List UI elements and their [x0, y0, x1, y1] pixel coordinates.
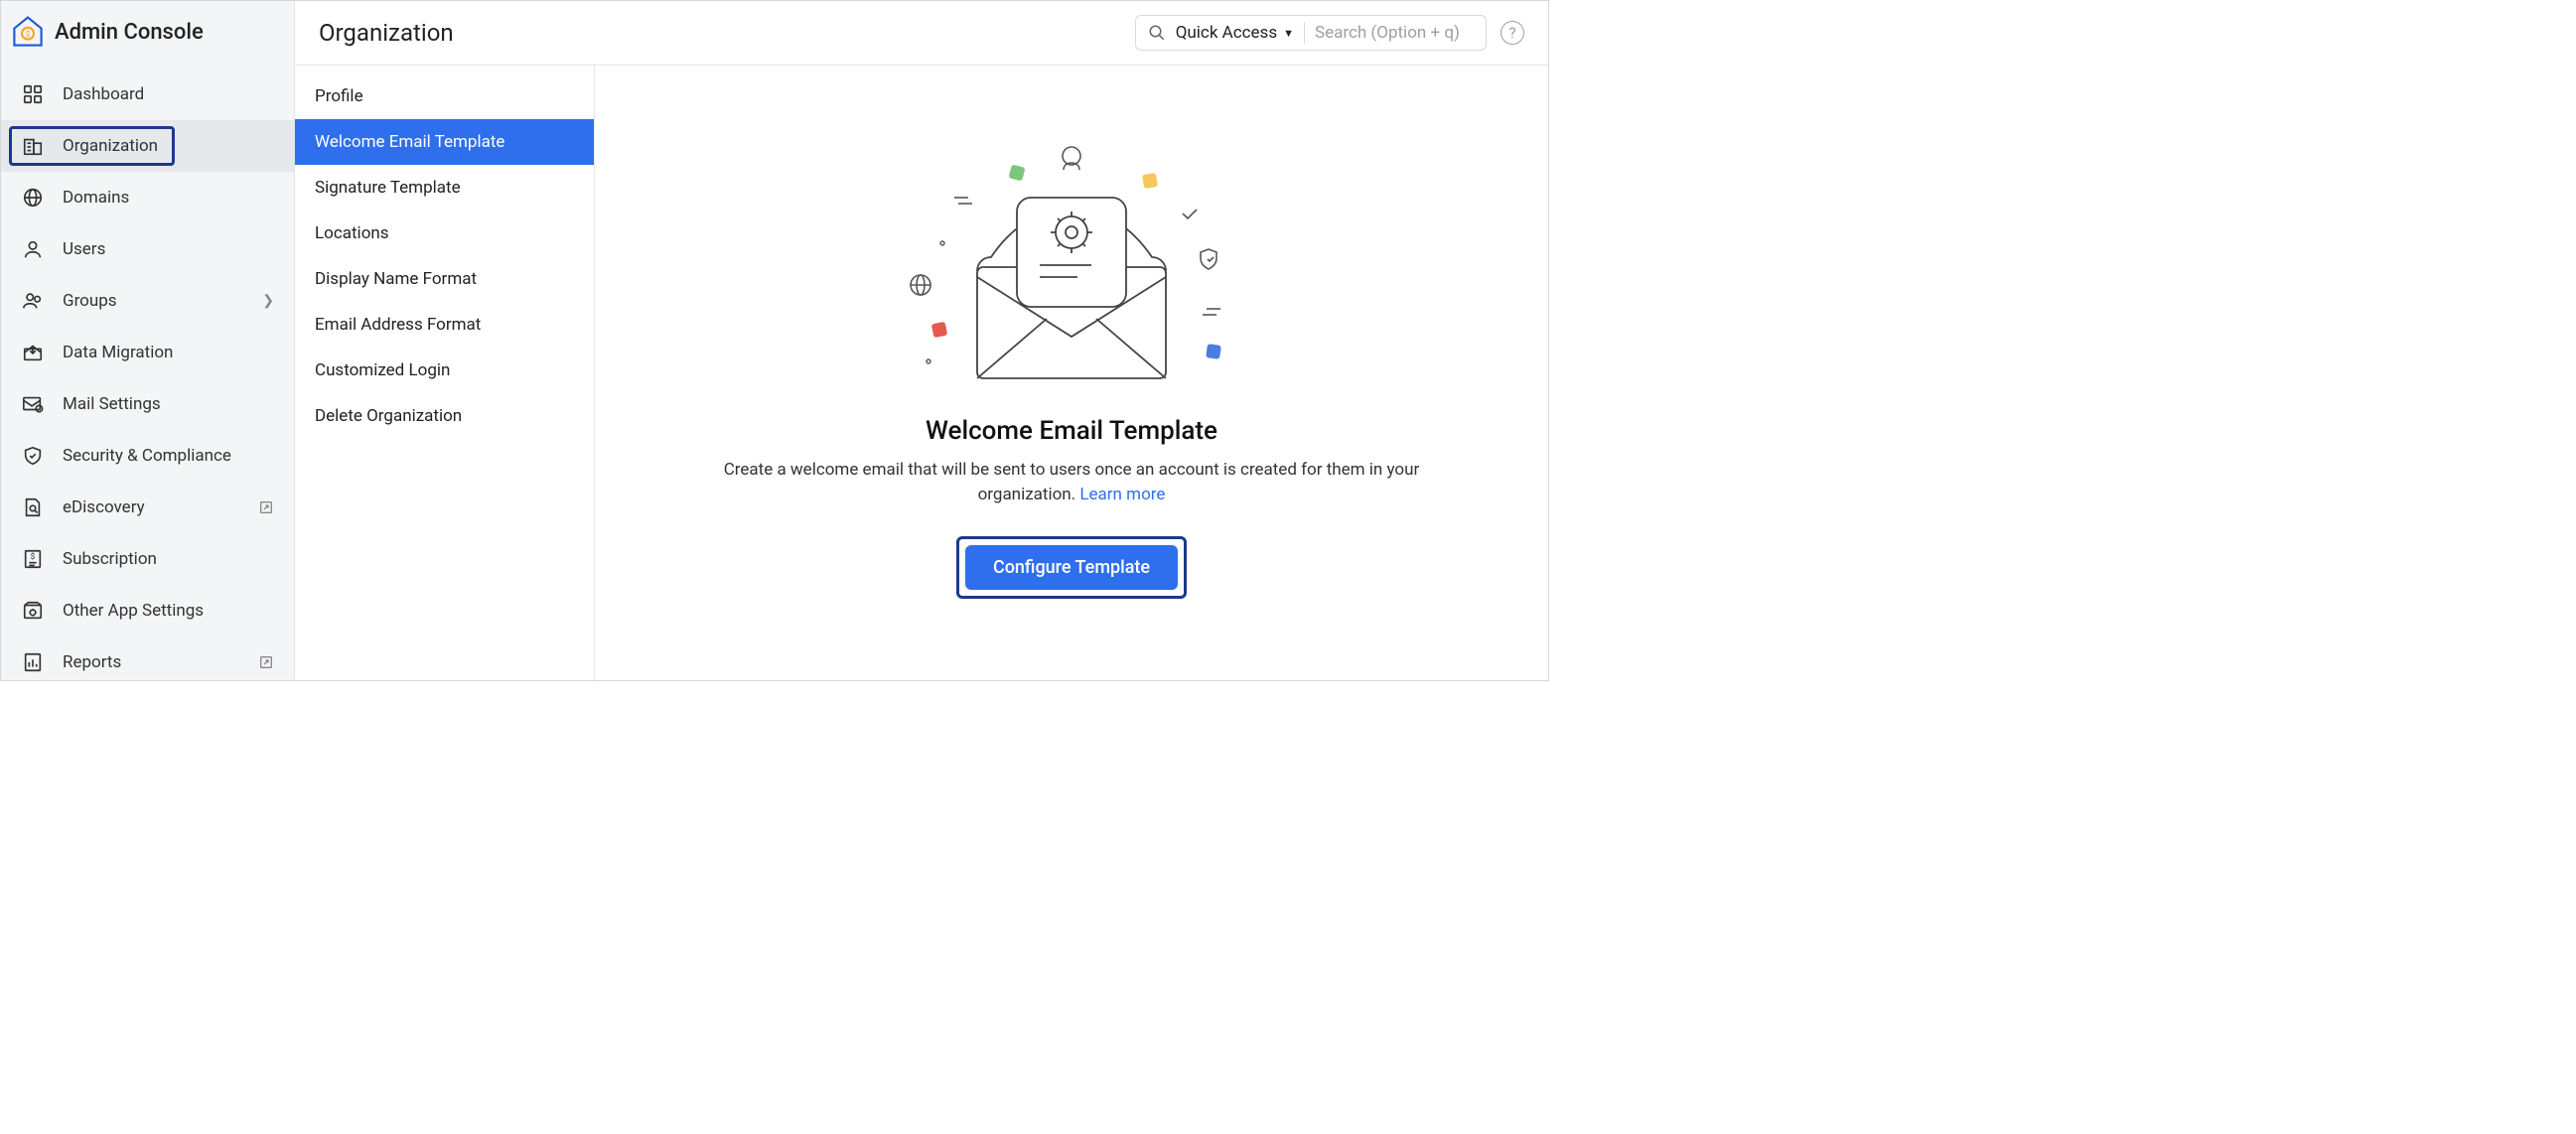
sidebar-item-label: Mail Settings [63, 394, 161, 414]
svg-text:$: $ [26, 29, 31, 40]
sidebar-item-groups[interactable]: Groups ❯ [1, 275, 294, 327]
sidebar-item-label: Groups [63, 291, 117, 311]
sidebar-item-organization[interactable]: Organization [1, 120, 294, 172]
sidebar-item-label: Other App Settings [63, 601, 204, 621]
configure-button-highlight: Configure Template [956, 536, 1187, 599]
configure-template-button[interactable]: Configure Template [965, 545, 1178, 590]
sidebar-item-reports[interactable]: Reports [1, 637, 294, 688]
search-icon [1148, 24, 1166, 42]
search-group: Quick Access ▼ [1135, 15, 1487, 51]
sidebar-item-security[interactable]: Security & Compliance [1, 430, 294, 482]
mail-settings-icon [21, 392, 45, 416]
submenu: Profile Welcome Email Template Signature… [295, 66, 595, 680]
main-description: Create a welcome email that will be sent… [714, 458, 1429, 508]
sidebar-item-label: Domains [63, 188, 129, 208]
submenu-item-customized-login[interactable]: Customized Login [295, 348, 594, 393]
subscription-icon: $ [21, 547, 45, 571]
shield-icon [21, 444, 45, 468]
sidebar-item-domains[interactable]: Domains [1, 172, 294, 223]
sidebar-item-label: Dashboard [63, 84, 144, 104]
organization-icon [21, 134, 45, 158]
external-link-icon [258, 654, 274, 670]
sidebar-item-dashboard[interactable]: Dashboard [1, 69, 294, 120]
sidebar-header: $ Admin Console [1, 1, 294, 63]
sidebar-item-label: Reports [63, 652, 121, 672]
quick-access-label: Quick Access [1176, 23, 1277, 43]
external-link-icon [258, 499, 274, 515]
sidebar-item-subscription[interactable]: $ Subscription [1, 533, 294, 585]
topbar: Organization Quick Access ▼ ? [295, 1, 1548, 66]
main-heading: Welcome Email Template [926, 416, 1217, 446]
main-panel: Welcome Email Template Create a welcome … [595, 66, 1548, 680]
user-icon [21, 237, 45, 261]
sidebar-item-mail-settings[interactable]: Mail Settings [1, 378, 294, 430]
sidebar-item-label: Users [63, 239, 105, 259]
help-icon[interactable]: ? [1501, 21, 1524, 45]
sidebar-item-data-migration[interactable]: Data Migration [1, 327, 294, 378]
reports-icon [21, 650, 45, 674]
app-root: $ Admin Console Dashboard Organization D… [0, 0, 1549, 681]
submenu-item-display-name-format[interactable]: Display Name Format [295, 256, 594, 302]
submenu-item-locations[interactable]: Locations [295, 211, 594, 256]
submenu-item-email-address-format[interactable]: Email Address Format [295, 302, 594, 348]
sidebar-item-label: Data Migration [63, 343, 173, 362]
welcome-email-illustration-icon [893, 138, 1250, 396]
divider [1304, 22, 1305, 44]
ediscovery-icon [21, 496, 45, 519]
submenu-item-signature-template[interactable]: Signature Template [295, 165, 594, 211]
sidebar-item-label: Subscription [63, 549, 157, 569]
app-logo-icon: $ [11, 15, 45, 49]
learn-more-link[interactable]: Learn more [1079, 485, 1165, 504]
submenu-item-profile[interactable]: Profile [295, 73, 594, 119]
sidebar-title: Admin Console [55, 20, 204, 45]
dashboard-icon [21, 82, 45, 106]
migration-icon [21, 341, 45, 364]
sidebar: $ Admin Console Dashboard Organization D… [1, 1, 295, 680]
caret-down-icon: ▼ [1283, 27, 1294, 40]
sidebar-item-ediscovery[interactable]: eDiscovery [1, 482, 294, 533]
sidebar-item-label: eDiscovery [63, 497, 145, 517]
quick-access-dropdown[interactable]: Quick Access ▼ [1176, 23, 1294, 43]
app-settings-icon [21, 599, 45, 623]
svg-text:$: $ [31, 551, 36, 562]
content: Organization Quick Access ▼ ? Profile We… [295, 1, 1548, 680]
submenu-item-welcome-email-template[interactable]: Welcome Email Template [295, 119, 594, 165]
content-body: Profile Welcome Email Template Signature… [295, 66, 1548, 680]
chevron-right-icon: ❯ [262, 293, 274, 309]
globe-icon [21, 186, 45, 210]
sidebar-item-users[interactable]: Users [1, 223, 294, 275]
sidebar-item-other-app-settings[interactable]: Other App Settings [1, 585, 294, 637]
sidebar-item-label: Security & Compliance [63, 446, 231, 466]
page-title: Organization [319, 19, 454, 47]
sidebar-nav: Dashboard Organization Domains Users Gro… [1, 63, 294, 688]
groups-icon [21, 289, 45, 313]
search-input[interactable] [1315, 23, 1474, 43]
sidebar-item-label: Organization [63, 136, 158, 156]
submenu-item-delete-organization[interactable]: Delete Organization [295, 393, 594, 439]
